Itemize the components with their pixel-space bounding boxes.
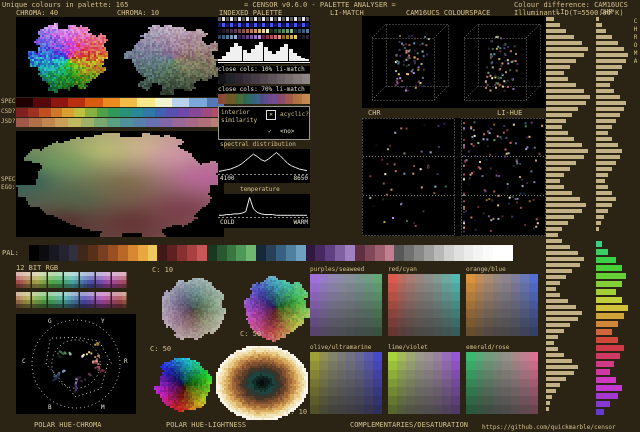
- hue-letter-r: R: [124, 358, 128, 365]
- hue-letter-g: G: [48, 318, 52, 325]
- complementary-4-canvas: [388, 352, 460, 414]
- chroma-40-label: CHROMA: 40: [16, 9, 59, 17]
- spec-ego-label-1: SPEC: [1, 176, 16, 183]
- hue-letter-b: B: [48, 404, 52, 411]
- complementary-3-canvas: [310, 352, 382, 414]
- complementaries-label: COMPLEMENTARIES/DESATURATION: [350, 421, 469, 429]
- complementary-0-canvas: [310, 274, 382, 336]
- interior-similarity-checkbox[interactable]: ✕: [266, 110, 276, 120]
- chroma-10-label: CHROMA: 10: [117, 9, 160, 17]
- polar-hue-lightness-label: POLAR HUE-LIGHTNESS: [166, 421, 247, 429]
- temperature-cold-label: COLD: [220, 219, 235, 226]
- c50-label-top: C: 50: [240, 330, 262, 338]
- complementary-2-label: orange/blue: [466, 266, 506, 273]
- censor-palette-analyser: Unique colours in palette: 165 = CENSOR …: [0, 0, 640, 432]
- temperature-canvas: [218, 194, 310, 218]
- spectral-canvas: [218, 149, 310, 175]
- spectral-min-label: 4100: [220, 175, 235, 182]
- hue-hist-canvas: [596, 240, 630, 416]
- colourspace-cubes-canvas: [362, 16, 546, 108]
- repo-url-link[interactable]: https://github.com/quickmarble/censor: [482, 424, 616, 431]
- spec-strips-canvas: [16, 98, 224, 128]
- spec-ego-label-2: EGO:: [1, 184, 16, 191]
- chr-column-header: CHR: [600, 8, 613, 16]
- spectral-panel: 4100 8650: [218, 149, 310, 183]
- polar-c50-wheel-canvas: [148, 354, 218, 414]
- complementary-5-canvas: [466, 352, 538, 414]
- close70-strip-canvas: [218, 94, 310, 104]
- polar-hue-chroma-label: POLAR HUE-CHROMA: [34, 421, 102, 429]
- close-cols-70-label: close cols: 70% li-match: [218, 86, 310, 93]
- jsd-row-label: JSD?: [1, 118, 16, 125]
- indexed-palette-canvas: [218, 16, 310, 64]
- complementary-5-label: emerald/rose: [466, 344, 510, 351]
- temperature-warm-label: WARM: [293, 219, 308, 226]
- complementary-4-label: lime/violet: [388, 344, 428, 351]
- acyclic-label: acyclic?: [280, 111, 309, 118]
- complementary-2-canvas: [466, 274, 538, 336]
- complementary-1-canvas: [388, 274, 460, 336]
- close10-strip-canvas: [218, 74, 310, 84]
- spectral-distribution-title: spectral distribution: [220, 141, 296, 148]
- lightness-blob-canvas: [16, 131, 224, 237]
- interior-label: interior: [221, 109, 250, 116]
- rgb12-swatches-canvas: [16, 272, 130, 310]
- li-column-header: LI: [556, 8, 565, 16]
- pal-label: PAL:: [2, 249, 19, 257]
- c50-label-bottom: C: 50: [150, 345, 172, 353]
- hue-letter-y: Y: [101, 318, 105, 325]
- chroma-axis-vertical-label: CHROMA: [632, 18, 639, 66]
- complementary-3-label: olive/ultramarine: [310, 344, 372, 351]
- spectral-max-label: 8650: [293, 175, 308, 182]
- close-cols-10-label: close cols: 10% li-match: [218, 66, 310, 73]
- hue-letter-c: C: [22, 358, 26, 365]
- temperature-title: temperature: [240, 186, 280, 193]
- polar-c10-canvas: [150, 274, 234, 342]
- chr-hist-canvas: [596, 16, 630, 236]
- temperature-panel: COLD WARM: [218, 194, 310, 228]
- complementary-0-label: purples/seaweed: [310, 266, 365, 273]
- c10-label-top: C: 10: [152, 266, 174, 274]
- unique-colours-label: Unique colours in palette: 165: [2, 1, 129, 9]
- li-match-label: LI-MATCH: [330, 9, 364, 17]
- hue-letter-m: M: [101, 404, 105, 411]
- chr-lihue-scatter-canvas: [362, 118, 546, 236]
- app-title: = CENSOR v0.6.0 - PALETTE ANALYSER =: [244, 1, 396, 9]
- li-hist-canvas: [546, 16, 592, 416]
- chroma-blobs-canvas: [16, 17, 224, 97]
- interior-similarity-panel: interior similarity ✕ acyclic? ✓ <no>: [218, 106, 310, 140]
- spec-row-label: SPEC: [1, 98, 16, 105]
- csd-row-label: CSD?: [1, 108, 16, 115]
- c10-label-bottom: C: 10: [286, 408, 308, 416]
- similarity-label: similarity: [221, 117, 258, 124]
- complementary-1-label: red/cyan: [388, 266, 417, 273]
- li-hue-scatter-label: LI-HUE: [497, 109, 523, 117]
- acyclic-check-icon: ✓: [268, 128, 272, 135]
- twelve-bit-rgb-label: 12 BIT RGB: [16, 264, 59, 272]
- acyclic-no-button[interactable]: <no>: [280, 128, 294, 135]
- polar-hue-chroma-canvas: [16, 314, 136, 414]
- pal-strip-canvas: [29, 245, 513, 261]
- chr-scatter-label: CHR: [368, 109, 381, 117]
